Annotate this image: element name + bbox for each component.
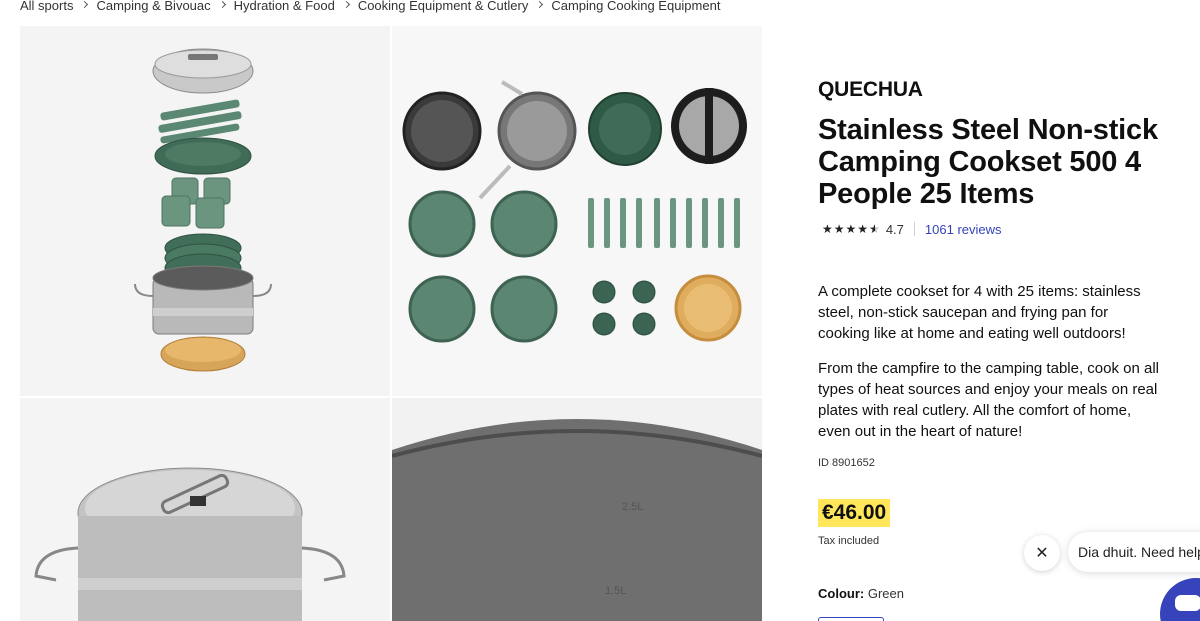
breadcrumb-item-hydration-food[interactable]: Hydration & Food — [234, 0, 335, 13]
star-rating: ★ ★ ★ ★ ★ ★ — [822, 222, 880, 236]
chat-launcher-button[interactable] — [1160, 578, 1200, 621]
gallery-image-stack[interactable] — [20, 26, 390, 396]
chevron-right-icon — [218, 0, 226, 8]
star-icon: ★ — [833, 222, 845, 236]
breadcrumb-item-cooking-equipment[interactable]: Cooking Equipment & Cutlery — [358, 0, 529, 13]
product-title: Stainless Steel Non-stick Camping Cookse… — [818, 114, 1158, 210]
price: €46.00 — [818, 499, 891, 527]
close-icon[interactable]: ✕ — [1024, 535, 1060, 571]
chat-greeting[interactable]: Dia dhuit. Need help — [1068, 532, 1200, 572]
breadcrumb-item-camping-cooking[interactable]: Camping Cooking Equipment — [551, 0, 720, 13]
product-description: From the campfire to the camping table, … — [818, 360, 1160, 440]
chevron-right-icon — [81, 0, 89, 8]
star-icon: ★ — [845, 222, 857, 236]
rating-value: 4.7 — [885, 221, 904, 237]
chat-message: Dia dhuit. Need help — [1078, 544, 1200, 560]
reviews-link[interactable]: 1061 reviews — [925, 222, 1002, 237]
breadcrumb-item-all-sports[interactable]: All sports — [20, 0, 73, 13]
chevron-right-icon — [536, 0, 544, 8]
colour-row: Colour: Green — [818, 586, 904, 601]
capacity-mark-2-5l: 2.5L — [622, 501, 643, 513]
product-summary: A complete cookset for 4 with 25 items: … — [818, 283, 1141, 342]
rating-row: ★ ★ ★ ★ ★ ★ 4.7 1061 reviews — [818, 218, 1178, 240]
star-icon: ★ — [857, 222, 869, 236]
product-gallery: 2.5L 1.5L — [20, 26, 762, 621]
gallery-image-flatlay[interactable] — [392, 26, 762, 396]
product-id: ID 8901652 — [818, 457, 875, 469]
star-icon: ★ — [822, 222, 833, 236]
colour-value: Green — [867, 586, 904, 601]
divider — [913, 222, 915, 236]
gallery-image-pot[interactable] — [20, 398, 390, 621]
star-half-icon: ★ ★ — [869, 222, 880, 236]
product-info: QUECHUA Stainless Steel Non-stick Campin… — [818, 78, 1178, 469]
gallery-image-pan-interior[interactable]: 2.5L 1.5L — [392, 398, 762, 621]
chevron-right-icon — [342, 0, 350, 8]
colour-swatch-selected[interactable] — [818, 617, 884, 621]
tax-note: Tax included — [818, 535, 880, 547]
breadcrumb-item-camping-bivouac[interactable]: Camping & Bivouac — [96, 0, 210, 13]
breadcrumb: All sports Camping & Bivouac Hydration &… — [20, 0, 720, 14]
colour-label: Colour: — [818, 586, 865, 601]
brand-name[interactable]: QUECHUA — [818, 78, 1178, 102]
capacity-mark-1-5l: 1.5L — [605, 585, 626, 597]
chat-icon — [1175, 595, 1200, 611]
